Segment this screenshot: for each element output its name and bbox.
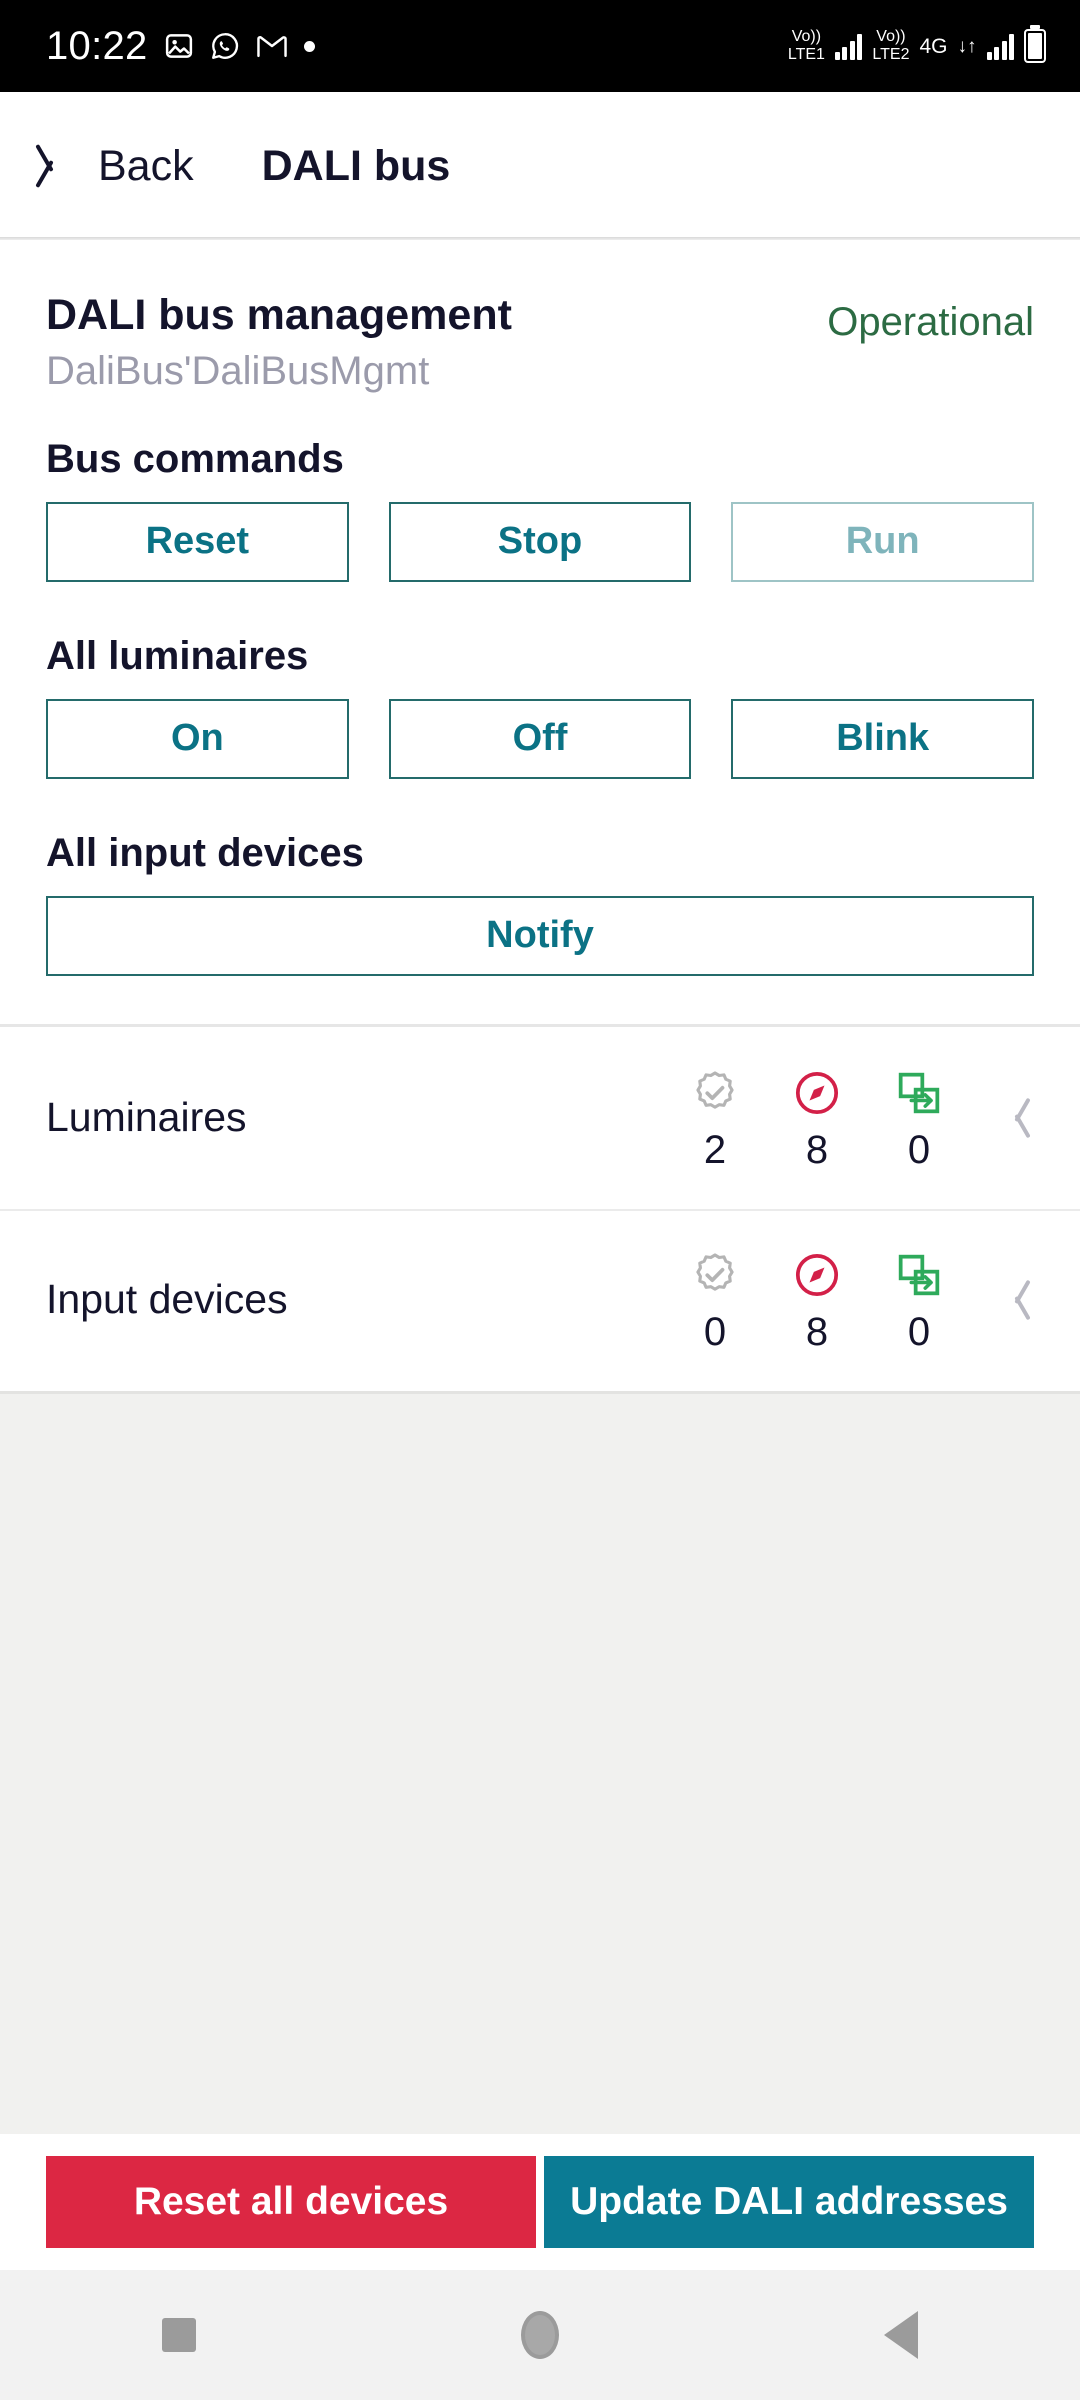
- signal-bars-2-icon: [986, 32, 1014, 60]
- status-clock: 10:22: [46, 23, 148, 68]
- compass-icon: [790, 1248, 844, 1302]
- stat-value: 2: [703, 1127, 727, 1172]
- status-bar-left: 10:22: [46, 24, 315, 69]
- device-list: Luminaires 2 8 0 Input devices 0 8 0: [0, 1026, 1080, 1391]
- table-row[interactable]: Input devices 0 8 0: [0, 1208, 1080, 1391]
- android-nav-bar: [0, 2270, 1080, 2400]
- all-input-devices-buttons: Notify: [46, 895, 1034, 976]
- status-bar: 10:22 Vo)) LTE1 Vo)) LTE2 4G ↓↑: [0, 0, 1080, 92]
- triangle-left-icon[interactable]: [883, 2311, 918, 2359]
- battery-icon: [1024, 29, 1046, 63]
- stat-value: 0: [907, 1309, 931, 1354]
- section-title-all-input-devices: All input devices: [46, 830, 364, 875]
- header-subtitle: DaliBus'DaliBusMgmt: [46, 348, 430, 393]
- whatsapp-icon: [210, 31, 240, 61]
- gmail-icon: [256, 31, 288, 61]
- square-icon[interactable]: [162, 2318, 197, 2352]
- section-title-all-luminaires: All luminaires: [46, 633, 309, 678]
- stop-button[interactable]: Stop: [388, 501, 692, 582]
- stat-value: 0: [703, 1309, 727, 1354]
- back-button[interactable]: Back: [38, 139, 194, 193]
- gear-check-icon: [688, 1248, 742, 1302]
- list-item-label: Input devices: [46, 1276, 288, 1323]
- stat-value: 0: [907, 1127, 931, 1172]
- table-row[interactable]: Luminaires 2 8 0: [0, 1027, 1080, 1209]
- back-button-label: Back: [98, 141, 194, 190]
- status-bar-right: Vo)) LTE1 Vo)) LTE2 4G ↓↑: [788, 29, 1046, 63]
- app-bar: Back DALI bus: [0, 92, 1080, 240]
- gear-check-icon: [688, 1066, 742, 1120]
- chevron-left-icon: [38, 139, 72, 193]
- volte2-icon: Vo)) LTE2: [872, 28, 910, 63]
- row-stats: 0 8 0: [664, 1248, 1042, 1352]
- copy-arrow-icon: [892, 1066, 946, 1120]
- list-item-label: Luminaires: [46, 1094, 247, 1141]
- reset-button[interactable]: Reset: [46, 501, 349, 582]
- header-block: DALI bus management DaliBus'DaliBusMgmt …: [46, 240, 1034, 395]
- content-area: DALI bus management DaliBus'DaliBusMgmt …: [0, 240, 1080, 2270]
- header-text: DALI bus management DaliBus'DaliBusMgmt: [46, 290, 512, 395]
- luminaires-on-button[interactable]: On: [46, 698, 349, 779]
- update-dali-addresses-button[interactable]: Update DALI addresses: [544, 2156, 1034, 2248]
- stat-duplicate: 0: [868, 1066, 970, 1170]
- notify-button[interactable]: Notify: [46, 895, 1034, 976]
- signal-bars-1-icon: [834, 32, 863, 60]
- luminaires-blink-button[interactable]: Blink: [731, 698, 1035, 779]
- compass-icon: [790, 1066, 844, 1120]
- all-luminaires-buttons: On Off Blink: [46, 698, 1035, 779]
- phone-screen: 10:22 Vo)) LTE1 Vo)) LTE2 4G ↓↑ Back DAL…: [0, 0, 1080, 2400]
- commands-panel: DALI bus management DaliBus'DaliBusMgmt …: [0, 240, 1080, 1024]
- reset-all-devices-button[interactable]: Reset all devices: [46, 2156, 536, 2248]
- circle-icon[interactable]: [520, 2311, 559, 2359]
- data-transfer-icon: ↓↑: [957, 35, 977, 57]
- section-title-bus-commands: Bus commands: [46, 436, 344, 481]
- panel-spacer: [46, 976, 1034, 1024]
- photos-icon: [164, 31, 194, 61]
- chevron-right-icon: [996, 1091, 1042, 1145]
- bottom-action-bar: Reset all devices Update DALI addresses: [0, 2134, 1080, 2270]
- stat-discovered: 8: [766, 1066, 868, 1170]
- luminaires-off-button[interactable]: Off: [388, 698, 692, 779]
- stat-value: 8: [805, 1309, 829, 1354]
- stat-commissioned: 0: [664, 1248, 766, 1352]
- stat-value: 8: [805, 1127, 829, 1172]
- network-type-label: 4G: [919, 34, 948, 58]
- notification-dot-icon: [303, 40, 315, 52]
- run-button[interactable]: Run: [731, 501, 1035, 582]
- status-badge: Operational: [827, 300, 1034, 344]
- empty-area: [0, 1390, 1080, 2134]
- stat-duplicate: 0: [868, 1248, 970, 1352]
- copy-arrow-icon: [892, 1248, 946, 1302]
- header-title: DALI bus management: [46, 291, 512, 339]
- volte1-icon: Vo)) LTE1: [787, 28, 825, 63]
- stat-discovered: 8: [766, 1248, 868, 1352]
- page-title: DALI bus: [261, 141, 451, 190]
- stat-commissioned: 2: [664, 1066, 766, 1170]
- chevron-right-icon: [996, 1273, 1042, 1327]
- row-stats: 2 8 0: [664, 1066, 1042, 1170]
- bus-commands-buttons: Reset Stop Run: [46, 501, 1035, 582]
